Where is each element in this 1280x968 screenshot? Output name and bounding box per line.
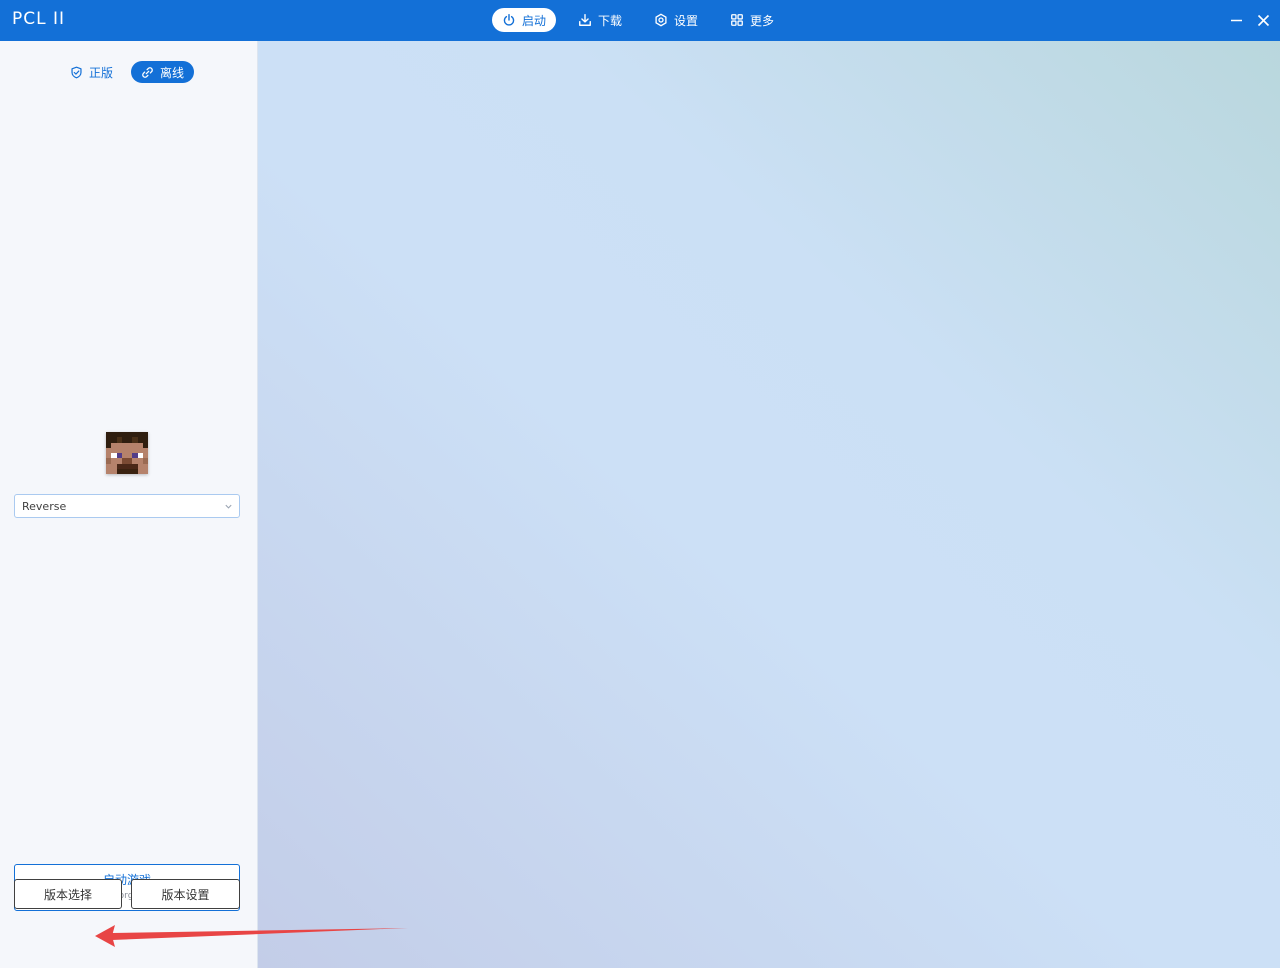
shield-check-icon xyxy=(71,66,82,78)
nav-download-label: 下载 xyxy=(598,13,623,28)
steve-skin-icon xyxy=(106,432,148,474)
gear-icon xyxy=(655,13,667,27)
minimize-icon xyxy=(1230,19,1242,21)
nav-more-label: 更多 xyxy=(750,13,775,28)
nav-settings-tab[interactable]: 设置 xyxy=(644,8,708,32)
version-settings-button[interactable]: 版本设置 xyxy=(131,879,240,909)
version-settings-label: 版本设置 xyxy=(161,887,210,902)
close-button[interactable] xyxy=(1253,10,1273,30)
offline-mode-label: 离线 xyxy=(160,65,185,80)
version-select-button[interactable]: 版本选择 xyxy=(14,879,122,909)
chevron-down-icon xyxy=(225,504,232,509)
nav-more-tab[interactable]: 更多 xyxy=(720,8,784,32)
nav-launch-label: 启动 xyxy=(522,13,547,28)
top-nav: 启动 下载 设置 更多 xyxy=(492,8,796,32)
username-dropdown[interactable]: Reverse xyxy=(14,494,240,518)
app-title: PCL II xyxy=(12,9,66,29)
download-icon xyxy=(579,14,591,26)
main-content-area xyxy=(258,41,1280,968)
version-select-label: 版本选择 xyxy=(43,887,92,902)
official-mode-button[interactable]: 正版 xyxy=(60,61,123,83)
username-value: Reverse xyxy=(22,499,67,513)
nav-settings-label: 设置 xyxy=(674,13,699,28)
login-mode-toggle: 正版 离线 xyxy=(60,61,195,83)
offline-mode-button[interactable]: 离线 xyxy=(131,61,195,83)
grid-icon xyxy=(731,14,743,26)
launch-sidebar: 正版 离线 Reverse 启动游戏 1.21.5-Forge_55.0.4 xyxy=(0,41,258,968)
power-icon xyxy=(503,14,515,26)
close-icon xyxy=(1257,14,1269,26)
nav-launch-tab[interactable]: 启动 xyxy=(492,8,557,32)
nav-download-tab[interactable]: 下载 xyxy=(568,8,632,32)
official-mode-label: 正版 xyxy=(89,65,114,80)
title-bar: PCL II 启动 下载 设置 更多 xyxy=(0,0,1280,41)
minimize-button[interactable] xyxy=(1226,10,1246,30)
link-icon xyxy=(142,66,153,78)
